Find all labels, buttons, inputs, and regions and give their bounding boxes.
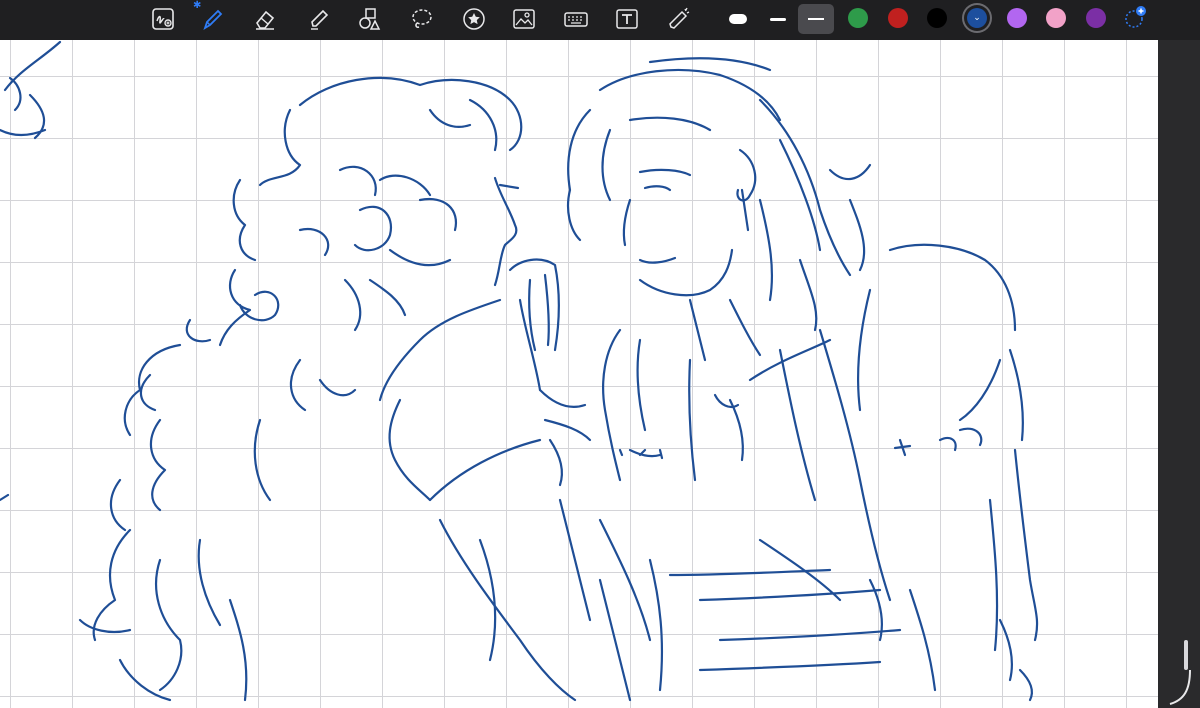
highlighter-icon[interactable] [302, 4, 336, 34]
text-box-icon[interactable] [610, 4, 644, 34]
handwriting-to-text-icon[interactable] [146, 4, 180, 34]
page-curl-icon[interactable] [1166, 668, 1194, 708]
image-icon[interactable] [507, 4, 541, 34]
sketch-drawing [0, 40, 1039, 702]
color-swatch-pink[interactable] [1046, 8, 1066, 28]
shapes-icon[interactable] [353, 4, 387, 34]
eraser-icon[interactable] [248, 4, 282, 34]
keyboard-icon[interactable] [559, 4, 593, 34]
color-swatch-black[interactable] [927, 8, 947, 28]
chevron-down-icon: ⌄ [973, 12, 981, 23]
drawing-canvas[interactable] [0, 40, 1158, 708]
color-swatch-green[interactable] [848, 8, 868, 28]
drawing-toolbar: ✱ ⌄ [0, 0, 1200, 40]
color-swatch-purple[interactable] [1086, 8, 1106, 28]
bluetooth-icon: ✱ [193, 0, 202, 11]
lasso-icon[interactable] [405, 4, 439, 34]
add-color-icon[interactable] [1124, 6, 1148, 30]
laser-pointer-icon[interactable] [662, 4, 696, 34]
color-swatch-violet[interactable] [1007, 8, 1027, 28]
sticker-icon[interactable] [457, 4, 491, 34]
thick-stroke-button[interactable] [720, 4, 756, 34]
scroll-indicator[interactable] [1184, 640, 1188, 670]
thin-stroke-button[interactable] [798, 4, 834, 34]
right-sidebar [1158, 40, 1200, 708]
medium-stroke-button[interactable] [760, 4, 796, 34]
color-swatch-navy[interactable]: ⌄ [967, 8, 987, 28]
color-swatch-red[interactable] [888, 8, 908, 28]
